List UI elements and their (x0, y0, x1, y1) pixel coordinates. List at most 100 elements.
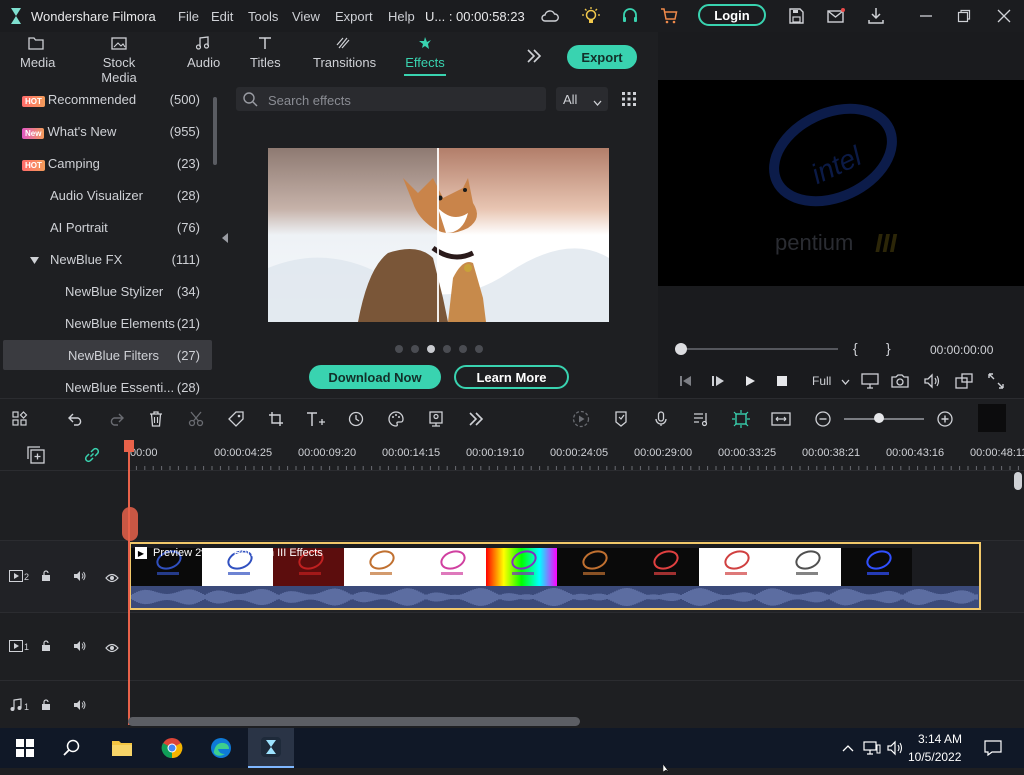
mute-speaker-icon[interactable] (73, 570, 87, 585)
minimize-icon[interactable] (916, 6, 936, 26)
category-item[interactable]: NewBlue Elements (21) (0, 308, 212, 338)
tab-audio[interactable]: Audio (187, 36, 220, 70)
mail-icon[interactable] (826, 6, 846, 26)
snap-magnet-icon[interactable] (730, 409, 752, 429)
edge-icon[interactable] (208, 736, 234, 760)
menu-view[interactable]: View (292, 9, 320, 24)
tab-effects[interactable]: Effects (403, 36, 447, 70)
promo-dot[interactable] (459, 345, 467, 353)
lock-icon[interactable] (41, 570, 53, 585)
clock-date[interactable]: 10/5/2022 (908, 750, 961, 764)
notification-icon[interactable] (980, 736, 1006, 760)
taskbar-search-icon[interactable] (59, 736, 85, 760)
lock-icon[interactable] (41, 699, 53, 714)
panel-layout-toggle[interactable] (978, 404, 1006, 432)
file-explorer-icon[interactable] (109, 736, 135, 760)
zoom-out-icon[interactable] (812, 409, 834, 429)
eye-icon[interactable] (105, 571, 119, 586)
more-tabs-chevron-icon[interactable] (526, 47, 542, 68)
ai-portrait-icon[interactable] (425, 409, 447, 429)
menu-help[interactable]: Help (388, 9, 415, 24)
stop-icon[interactable] (772, 372, 792, 390)
learn-more-button[interactable]: Learn More (454, 365, 569, 389)
eye-icon[interactable] (105, 641, 119, 656)
link-icon[interactable] (83, 446, 101, 467)
category-item[interactable]: NewBlue FX (111) (0, 244, 212, 274)
preview-quality-select[interactable]: Full (812, 374, 850, 388)
promo-dot[interactable] (411, 345, 419, 353)
category-item[interactable]: HOT Recommended (500) (0, 84, 212, 114)
audio-mixer-icon[interactable] (690, 409, 712, 429)
microphone-icon[interactable] (650, 409, 672, 429)
menu-tools[interactable]: Tools (248, 9, 278, 24)
pip-layout-icon[interactable] (954, 372, 974, 390)
category-item[interactable]: HOT Camping (23) (0, 148, 212, 178)
mark-out-button[interactable]: } (886, 340, 891, 356)
download-icon[interactable] (866, 6, 886, 26)
promo-dot[interactable] (443, 345, 451, 353)
layout-menu-icon[interactable] (9, 409, 31, 429)
promo-dot-active[interactable] (427, 345, 435, 353)
display-icon[interactable] (860, 372, 880, 390)
menu-file[interactable]: File (178, 9, 199, 24)
zoom-slider-handle[interactable] (874, 413, 884, 423)
text-add-icon[interactable] (305, 409, 327, 429)
clip-play-icon[interactable]: ▶ (135, 547, 147, 559)
search-effects-box[interactable] (236, 87, 546, 111)
lock-icon[interactable] (41, 640, 53, 655)
restore-icon[interactable] (954, 6, 974, 26)
search-input[interactable] (266, 90, 540, 110)
mute-speaker-icon[interactable] (73, 699, 87, 714)
undo-icon[interactable] (65, 409, 87, 429)
step-back-icon[interactable] (676, 372, 696, 390)
fullscreen-icon[interactable] (986, 372, 1006, 390)
promo-dot[interactable] (475, 345, 483, 353)
category-item[interactable]: NewBlue Filters (27) (3, 340, 212, 370)
zoom-in-icon[interactable] (934, 409, 956, 429)
render-icon[interactable] (570, 409, 592, 429)
category-item[interactable]: AI Portrait (76) (0, 212, 212, 242)
category-item[interactable]: NewBlue Stylizer (34) (0, 276, 212, 306)
download-now-button[interactable]: Download Now (309, 365, 441, 389)
cut-icon[interactable] (185, 409, 207, 429)
marker-icon[interactable] (610, 409, 632, 429)
close-icon[interactable] (994, 6, 1014, 26)
cart-icon[interactable] (659, 6, 679, 26)
fit-timeline-icon[interactable] (770, 409, 792, 429)
category-item[interactable]: Audio Visualizer (28) (0, 180, 212, 210)
add-track-icon[interactable] (27, 446, 45, 467)
expand-triangle-icon[interactable] (30, 252, 39, 267)
delete-icon[interactable] (145, 409, 167, 429)
tab-transitions[interactable]: Transitions (313, 36, 376, 70)
play-frame-icon[interactable] (708, 372, 728, 390)
tag-icon[interactable] (225, 409, 247, 429)
filmora-taskbar-button[interactable] (248, 728, 294, 768)
effects-filter-select[interactable]: All (556, 87, 608, 111)
speed-icon[interactable] (345, 409, 367, 429)
more-tools-chevron-icon[interactable] (465, 409, 487, 429)
windows-start-icon[interactable] (12, 736, 38, 760)
viewer-scrubber-handle[interactable] (675, 343, 687, 355)
tray-chevron-up-icon[interactable] (835, 736, 861, 760)
color-palette-icon[interactable] (385, 409, 407, 429)
play-icon[interactable] (740, 372, 760, 390)
export-button[interactable]: Export (567, 45, 637, 69)
tray-volume-icon[interactable] (882, 736, 908, 760)
promo-dot[interactable] (395, 345, 403, 353)
snapshot-camera-icon[interactable] (890, 372, 910, 390)
volume-icon[interactable] (922, 372, 942, 390)
tab-titles[interactable]: Titles (250, 36, 281, 70)
clock-time[interactable]: 3:14 AM (915, 732, 965, 746)
bulb-icon[interactable] (581, 6, 601, 26)
playhead[interactable] (128, 440, 130, 725)
timeline-horizontal-scrollbar[interactable] (128, 717, 580, 726)
playhead-grip[interactable] (122, 507, 138, 541)
menu-export[interactable]: Export (335, 9, 373, 24)
viewer-scrubber[interactable] (680, 348, 838, 350)
chrome-icon[interactable] (159, 736, 185, 760)
redo-icon[interactable] (105, 409, 127, 429)
zoom-slider[interactable] (844, 418, 924, 420)
login-button[interactable]: Login (698, 4, 766, 26)
tab-stock-media[interactable]: Stock Media (86, 36, 152, 85)
menu-edit[interactable]: Edit (211, 9, 233, 24)
